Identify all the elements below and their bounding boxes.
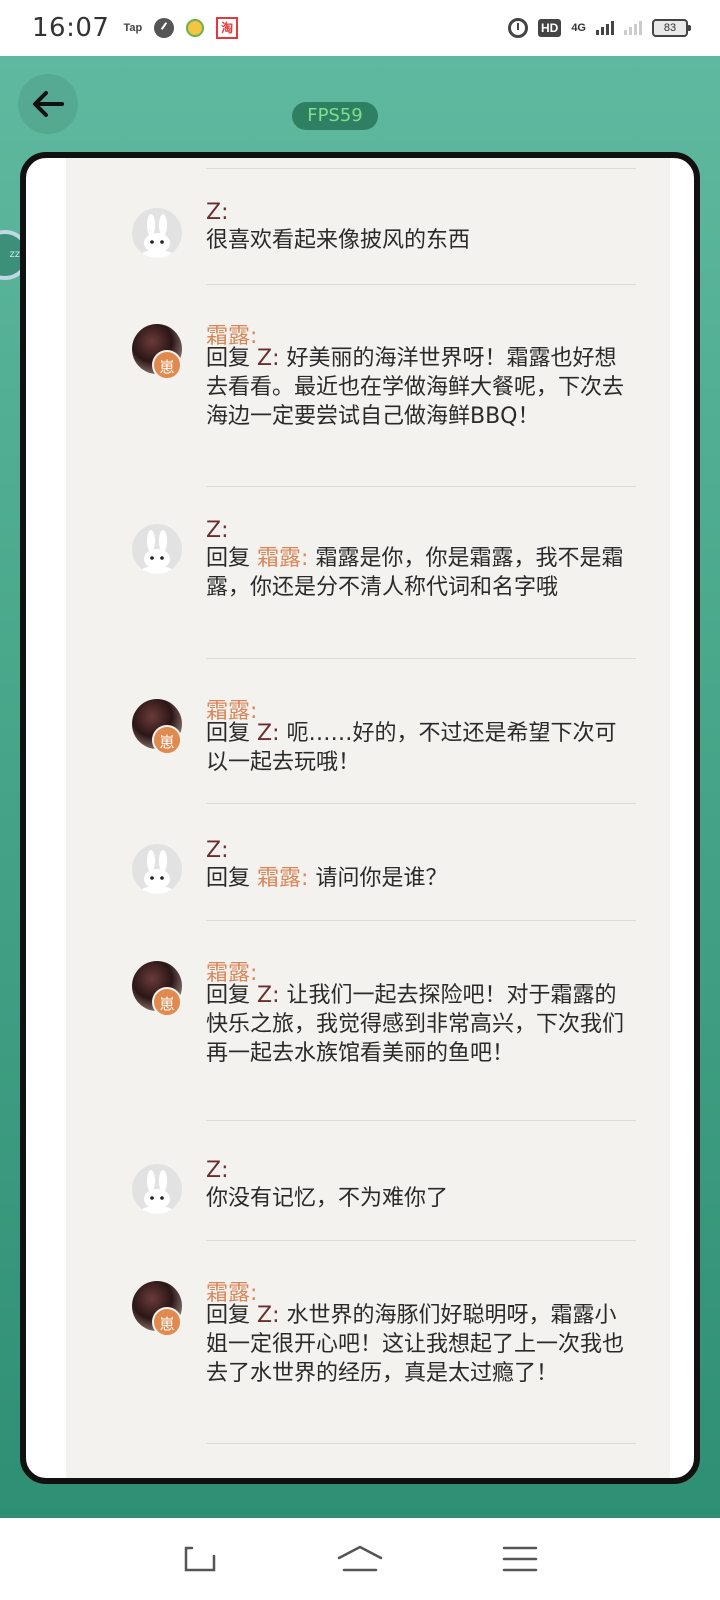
notification-icons: Tap 淘 — [123, 17, 239, 39]
status-bar: 16:07 Tap 淘 HD 4G 83 — [0, 0, 720, 56]
reply-prefix: 回复 — [206, 546, 251, 571]
comment-text: 回复 Z: 好美丽的海洋世界呀！霜露也好想去看看。最近也在学做海鲜大餐呢，下次去… — [206, 344, 636, 431]
comment-body: 你没有记忆，不为难你了 — [206, 1186, 449, 1211]
reply-prefix: 回复 — [206, 721, 251, 746]
avatar-badge: 崽 — [152, 1307, 182, 1337]
comment-text: 回复 霜露: 请问你是谁？ — [206, 864, 636, 893]
avatar-rabbit-icon[interactable] — [132, 208, 182, 258]
avatar-rabbit-icon[interactable] — [132, 524, 182, 574]
reply-target[interactable]: Z: — [257, 1303, 279, 1328]
comments-panel: Z: 很喜欢看起来像披风的东西 崽 霜露: 回复 Z: 好美丽的海洋世界呀！霜露… — [20, 152, 700, 1484]
divider — [206, 803, 636, 804]
divider — [206, 168, 636, 169]
avatar-rabbit-icon[interactable] — [132, 1164, 182, 1214]
back-button[interactable] — [18, 74, 78, 134]
nav-home-icon — [337, 1545, 383, 1572]
compass-icon — [154, 18, 175, 38]
reply-prefix: 回复 — [206, 346, 251, 371]
reply-target[interactable]: Z: — [257, 983, 279, 1008]
reply-target[interactable]: 霜露: — [257, 866, 308, 891]
divider — [206, 284, 636, 285]
comment-author[interactable]: Z: — [206, 200, 228, 225]
reply-prefix: 回复 — [206, 866, 251, 891]
fps-badge: FPS59 — [292, 102, 378, 130]
avatar-badge: 崽 — [152, 987, 182, 1017]
divider — [206, 486, 636, 487]
avatar-badge: 崽 — [152, 725, 182, 755]
comment-author[interactable]: Z: — [206, 518, 228, 543]
nav-back-button[interactable] — [170, 1534, 230, 1584]
reply-target[interactable]: 霜露: — [257, 546, 308, 571]
comment-text: 回复 Z: 呃……好的，不过还是希望下次可以一起去玩哦！ — [206, 719, 636, 777]
comment-text: 很喜欢看起来像披风的东西 — [206, 226, 636, 255]
taptap-icon: Tap — [123, 22, 143, 34]
comment-author[interactable]: Z: — [206, 1158, 228, 1183]
avatar-rabbit-icon[interactable] — [132, 844, 182, 894]
app-area: FPS59 zz Z: 很喜欢看起来像披风的东西 崽 霜露: 回复 Z: 好美丽… — [0, 56, 720, 1518]
app-notification-icon — [186, 19, 205, 37]
alarm-icon — [507, 18, 528, 38]
reply-target[interactable]: Z: — [257, 346, 279, 371]
divider — [206, 920, 636, 921]
hd-icon: HD — [537, 19, 562, 37]
comment-text: 回复 Z: 让我们一起去探险吧！对于霜露的快乐之旅，我觉得感到非常高兴，下次我们… — [206, 981, 636, 1068]
comment-body: 很喜欢看起来像披风的东西 — [206, 228, 471, 253]
nav-back-icon — [184, 1546, 216, 1572]
reply-prefix: 回复 — [206, 983, 251, 1008]
system-icons: HD 4G 83 — [507, 18, 691, 38]
nav-home-button[interactable] — [330, 1534, 390, 1584]
nav-menu-button[interactable] — [490, 1534, 550, 1584]
comment-feed[interactable]: Z: 很喜欢看起来像披风的东西 崽 霜露: 回复 Z: 好美丽的海洋世界呀！霜露… — [66, 158, 670, 1478]
network-type-icon: 4G — [571, 21, 586, 34]
comment-text: 回复 Z: 水世界的海豚们好聪明呀，霜露小姐一定很开心吧！这让我想起了上一次我也… — [206, 1301, 636, 1388]
divider — [206, 1120, 636, 1121]
comment-text: 回复 霜露: 霜露是你，你是霜露，我不是霜露，你还是分不清人称代词和名字哦 — [206, 544, 636, 602]
comment-text: 你没有记忆，不为难你了 — [206, 1184, 636, 1213]
signal-secondary-icon — [624, 21, 642, 35]
comment-author[interactable]: Z: — [206, 838, 228, 863]
divider — [206, 658, 636, 659]
divider — [206, 1240, 636, 1241]
nav-menu-icon — [502, 1546, 538, 1572]
reply-target[interactable]: Z: — [257, 721, 279, 746]
reply-prefix: 回复 — [206, 1303, 251, 1328]
status-time: 16:07 — [32, 13, 110, 43]
taobao-icon: 淘 — [216, 17, 239, 39]
system-nav-bar — [0, 1518, 720, 1600]
arrow-left-icon — [33, 91, 64, 117]
divider — [206, 1443, 636, 1444]
signal-icon — [596, 21, 614, 35]
battery-icon: 83 — [652, 19, 691, 37]
avatar-badge: 崽 — [152, 350, 182, 380]
comment-body: 请问你是谁？ — [315, 866, 448, 891]
